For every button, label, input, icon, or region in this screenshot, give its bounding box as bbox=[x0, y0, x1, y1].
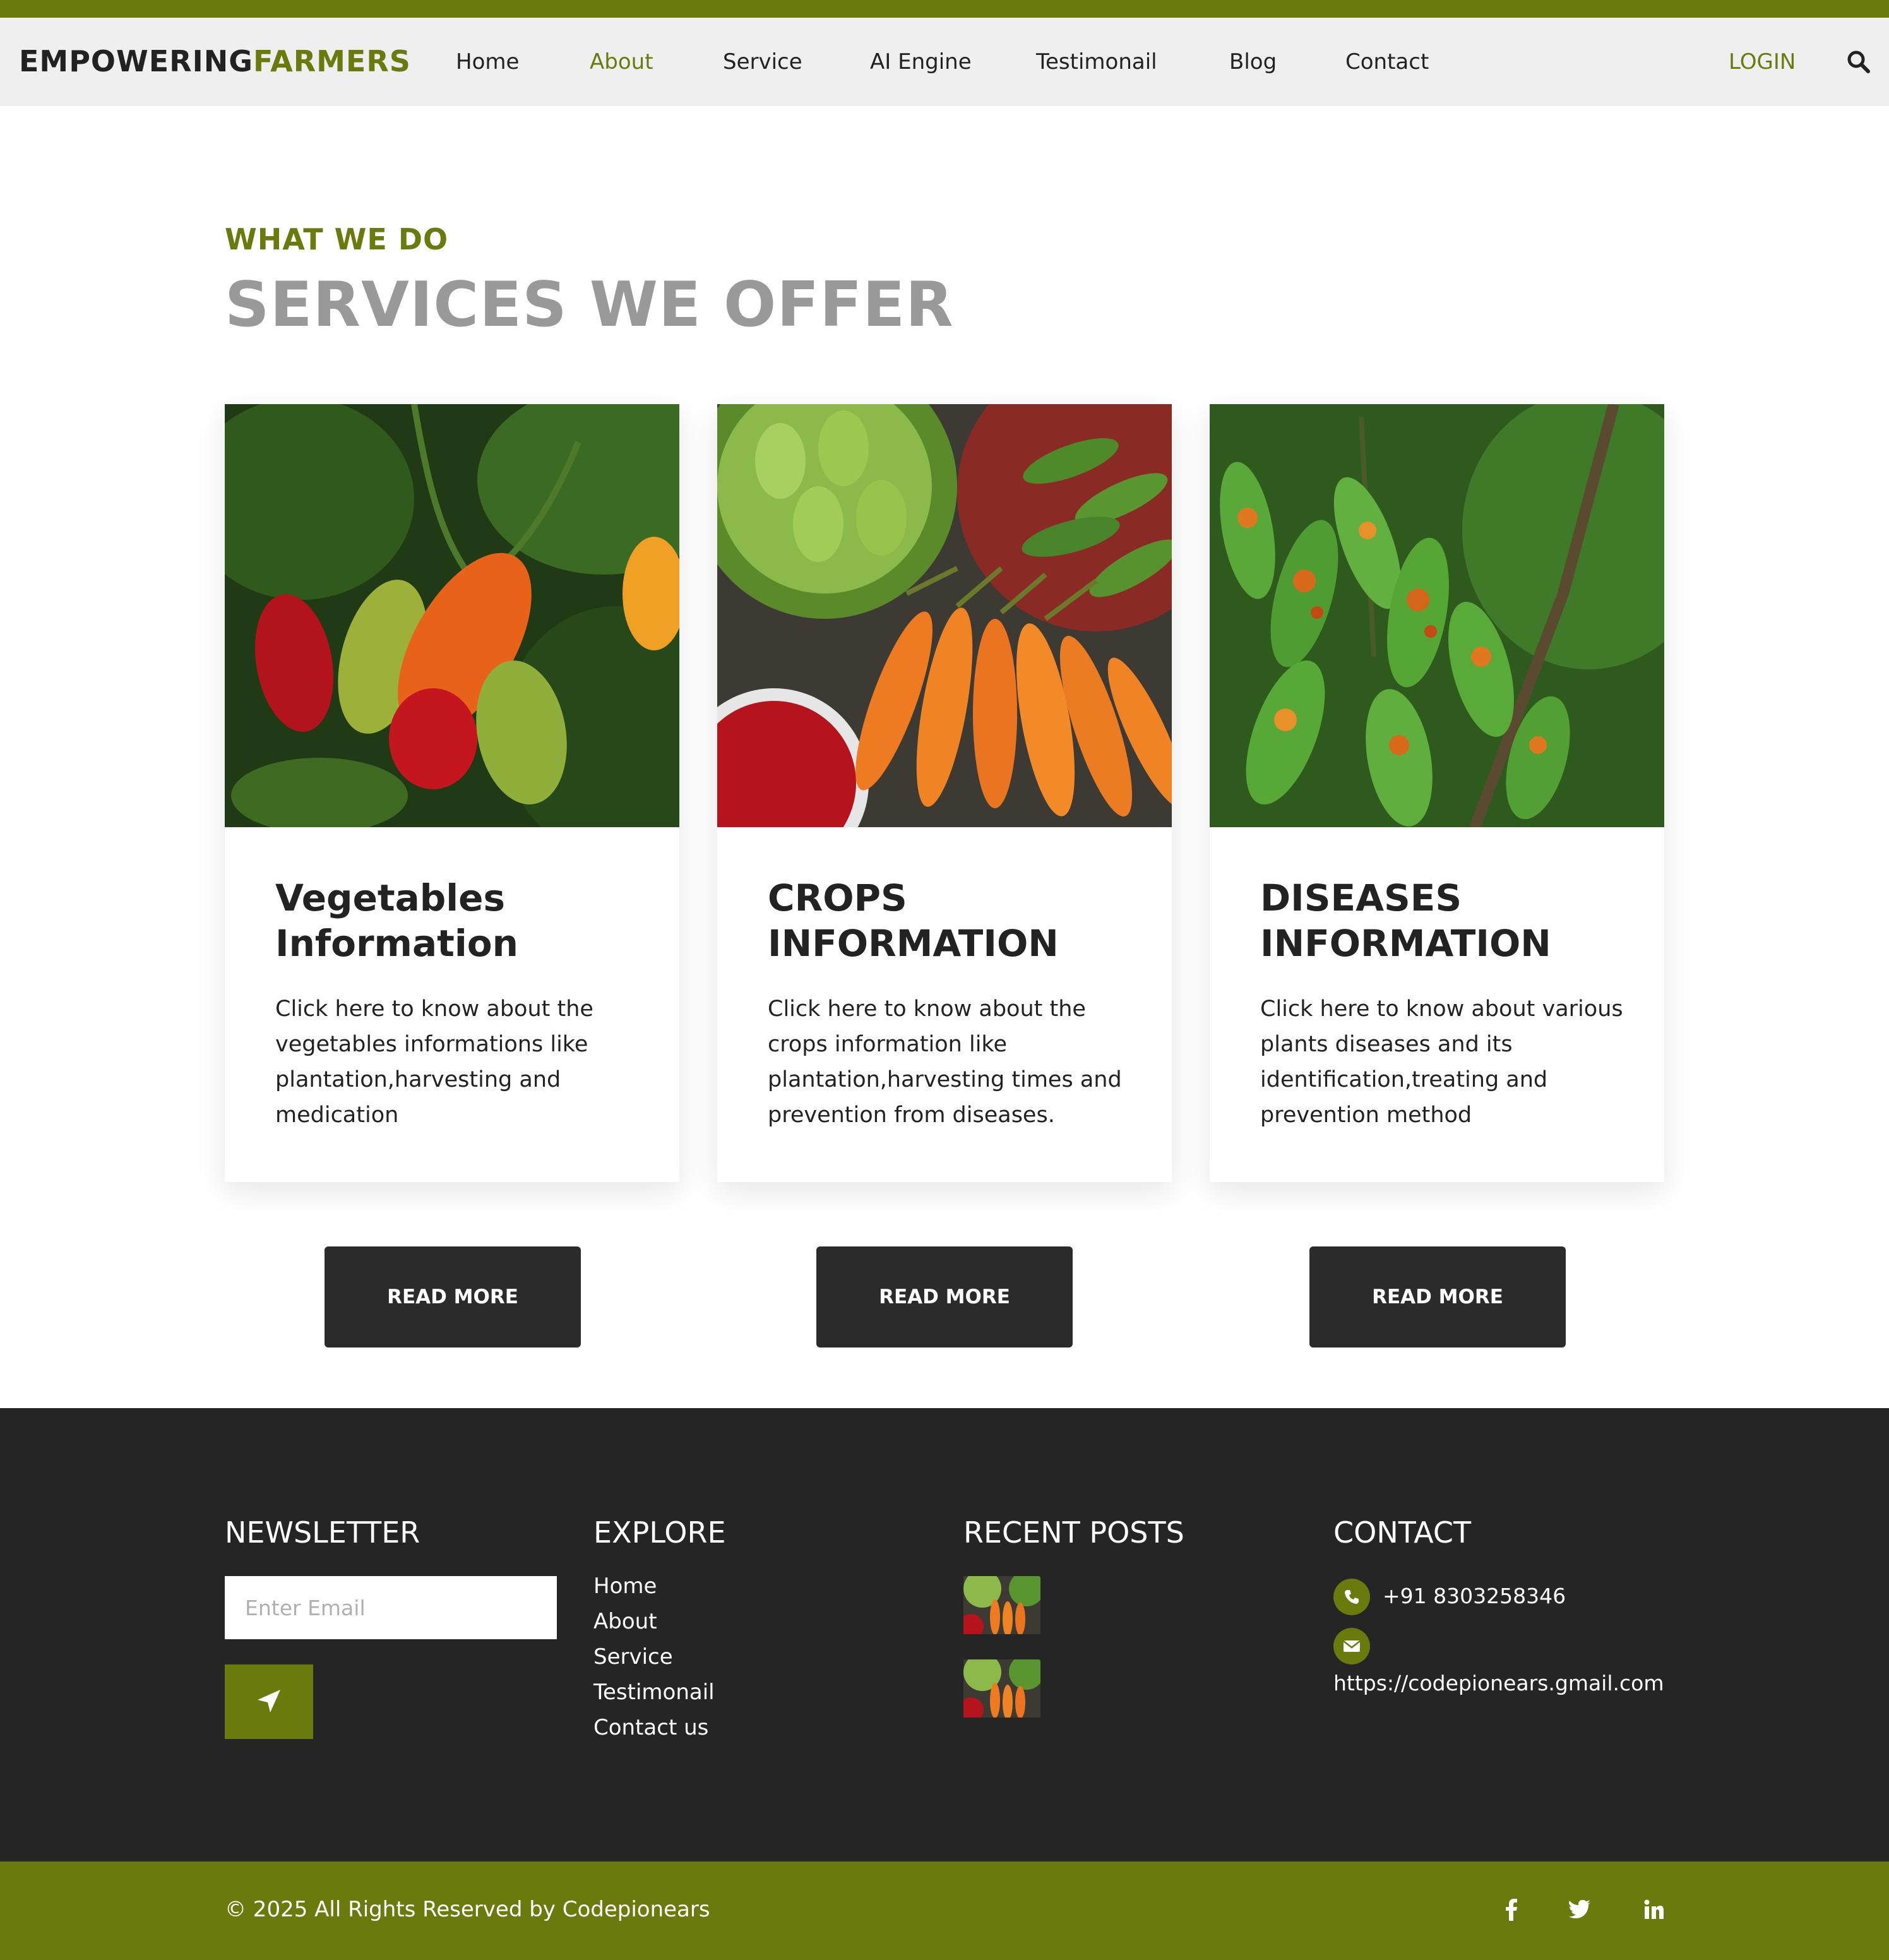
footer: NEWSLETTER EXPLORE Home About Service Te… bbox=[0, 1408, 1889, 1861]
newsletter-heading: NEWSLETTER bbox=[225, 1515, 420, 1550]
card-title: Vegetables Information bbox=[275, 876, 518, 965]
explore-heading: EXPLORE bbox=[593, 1515, 726, 1550]
nav-service[interactable]: Service bbox=[723, 49, 802, 75]
linkedin-icon[interactable] bbox=[1640, 1896, 1668, 1923]
send-icon bbox=[255, 1687, 283, 1717]
brand-logo[interactable]: EMPOWERINGFARMERS bbox=[19, 44, 411, 78]
contact-heading: CONTACT bbox=[1333, 1515, 1472, 1550]
footer-link-service[interactable]: Service bbox=[593, 1644, 673, 1670]
card-description: Click here to know about the crops infor… bbox=[768, 996, 1122, 1128]
newsletter-email-input[interactable] bbox=[225, 1576, 557, 1639]
card-title: CROPS INFORMATION bbox=[768, 876, 1059, 965]
service-card-vegetables: Vegetables Information Click here to kno… bbox=[225, 404, 679, 1182]
nav-home[interactable]: Home bbox=[456, 49, 519, 75]
newsletter-send-button[interactable] bbox=[225, 1664, 313, 1739]
nav-contact[interactable]: Contact bbox=[1345, 49, 1429, 75]
nav-testimonail[interactable]: Testimonail bbox=[1036, 49, 1157, 75]
footer-link-about[interactable]: About bbox=[593, 1609, 657, 1634]
recent-posts-heading: RECENT POSTS bbox=[963, 1515, 1184, 1550]
service-card-crops: CROPS INFORMATION Click here to know abo… bbox=[717, 404, 1172, 1182]
peppers-photo bbox=[225, 404, 679, 827]
read-more-diseases-button[interactable]: READ MORE bbox=[1309, 1246, 1566, 1348]
footer-link-contact-us[interactable]: Contact us bbox=[593, 1715, 708, 1740]
bottom-bar: © 2025 All Rights Reserved by Codepionea… bbox=[0, 1861, 1889, 1960]
copyright-text: © 2025 All Rights Reserved by Codepionea… bbox=[225, 1897, 710, 1922]
brand-part-1: EMPOWERING bbox=[19, 44, 253, 78]
read-more-crops-button[interactable]: READ MORE bbox=[816, 1246, 1073, 1348]
footer-link-testimonail[interactable]: Testimonail bbox=[593, 1680, 715, 1705]
contact-phone[interactable]: +91 8303258346 bbox=[1383, 1584, 1566, 1608]
card-description: Click here to know about the vegetables … bbox=[275, 996, 593, 1128]
card-description: Click here to know about various plants … bbox=[1260, 996, 1623, 1128]
vegetables-market-photo bbox=[717, 404, 1172, 827]
login-link[interactable]: LOGIN bbox=[1729, 49, 1796, 75]
top-accent-bar bbox=[0, 0, 1889, 18]
card-title: DISEASES INFORMATION bbox=[1260, 876, 1551, 965]
contact-email[interactable]: https://codepionears.gmail.com bbox=[1333, 1671, 1664, 1695]
read-more-vegetables-button[interactable]: READ MORE bbox=[325, 1246, 581, 1348]
service-card-diseases: DISEASES INFORMATION Click here to know … bbox=[1210, 404, 1664, 1182]
section-title: SERVICES WE OFFER bbox=[225, 269, 954, 341]
twitter-icon[interactable] bbox=[1566, 1896, 1594, 1923]
navbar: EMPOWERINGFARMERS Home About Service AI … bbox=[0, 18, 1889, 106]
diseased-leaves-photo bbox=[1210, 404, 1664, 827]
facebook-icon[interactable] bbox=[1498, 1896, 1525, 1923]
nav-blog[interactable]: Blog bbox=[1229, 49, 1277, 75]
brand-part-2: FARMERS bbox=[253, 44, 411, 78]
recent-post-thumbnail[interactable] bbox=[963, 1576, 1040, 1634]
section-eyebrow: WHAT WE DO bbox=[225, 222, 449, 256]
envelope-icon bbox=[1333, 1628, 1370, 1664]
nav-ai-engine[interactable]: AI Engine bbox=[870, 49, 972, 75]
footer-link-home[interactable]: Home bbox=[593, 1574, 657, 1599]
recent-post-thumbnail[interactable] bbox=[963, 1659, 1040, 1718]
search-icon[interactable] bbox=[1846, 49, 1871, 75]
nav-about[interactable]: About bbox=[590, 49, 653, 75]
phone-icon bbox=[1333, 1579, 1370, 1615]
